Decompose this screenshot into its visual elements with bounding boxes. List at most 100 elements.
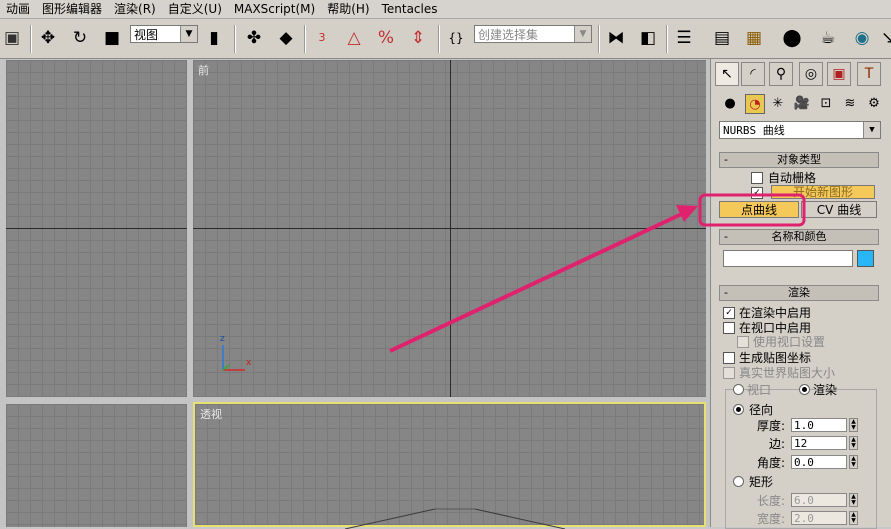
real-world-map-size-checkbox[interactable] (723, 367, 735, 379)
radial-label: 径向 (749, 403, 774, 417)
viewport-perspective[interactable]: 透视 (193, 402, 706, 529)
object-category-value: NURBS 曲线 (723, 124, 785, 137)
systems-icon[interactable]: ⚙ (865, 94, 883, 112)
menu-help[interactable]: 帮助(H) (321, 0, 375, 18)
object-color-swatch[interactable] (857, 250, 874, 267)
cameras-icon[interactable]: 🎥 (793, 94, 811, 112)
generate-mapping-coords-checkbox[interactable] (723, 352, 735, 364)
viewport-label-perspective[interactable]: 透视 (200, 406, 222, 422)
thickness-value: 1.0 (794, 419, 814, 432)
enable-in-renderer-checkbox[interactable]: ✓ (723, 307, 735, 319)
chevron-down-icon: ▼ (180, 26, 197, 42)
width-value: 2.0 (794, 512, 814, 525)
menu-customize[interactable]: 自定义(U) (162, 0, 228, 18)
select-object-icon[interactable]: ▣ (0, 26, 24, 50)
angle-snap-icon[interactable]: △ (342, 26, 366, 50)
cv-curve-button[interactable]: CV 曲线 (801, 201, 877, 218)
reference-coord-dropdown[interactable]: 视图 ▼ (130, 25, 198, 43)
object-category-dropdown[interactable]: NURBS 曲线 ▼ (719, 121, 881, 139)
geometry-icon[interactable]: ● (721, 94, 739, 112)
viewport-option-radio[interactable] (733, 384, 744, 395)
menu-tentacles[interactable]: Tentacles (376, 0, 444, 18)
percent-snap-icon[interactable]: % (374, 26, 398, 50)
layer-manager-icon[interactable]: ☰ (672, 26, 696, 50)
motion-tab-icon[interactable]: ◎ (799, 62, 823, 86)
snap-toggle-icon[interactable]: 3 (310, 26, 334, 50)
use-viewport-settings-label: 使用视口设置 (753, 335, 826, 349)
space-warps-icon[interactable]: ≋ (841, 94, 859, 112)
mirror-icon[interactable]: ⧓ (604, 26, 628, 50)
rollout-rendering-header[interactable]: - 渲染 (719, 285, 879, 301)
menu-rendering[interactable]: 渲染(R) (108, 0, 162, 18)
viewport-area: 前 z x 透视 (0, 59, 710, 529)
lights-icon[interactable]: ✳ (769, 94, 787, 112)
toolbar-separator (666, 25, 668, 53)
renderer-option-label: 渲染 (813, 383, 838, 397)
width-spinner[interactable]: 2.0 (791, 511, 847, 525)
menu-graph-editors[interactable]: 图形编辑器 (36, 0, 108, 18)
radial-radio[interactable] (733, 404, 744, 415)
angle-label: 角度: (757, 456, 786, 470)
object-name-input[interactable] (723, 250, 853, 267)
axis-label-z: z (220, 334, 225, 344)
auto-grid-checkbox[interactable] (751, 172, 763, 184)
render-frame-icon[interactable]: ◉ (850, 26, 874, 50)
keyboard-shortcut-icon[interactable]: ◆ (274, 26, 298, 50)
edit-named-selection-icon[interactable]: {} (444, 26, 468, 50)
spinner-snap-icon[interactable]: ⇕ (406, 26, 430, 50)
rotate-icon[interactable]: ↻ (68, 26, 92, 50)
angle-spinner[interactable]: 0.0 (791, 455, 847, 469)
angle-spinner-arrows[interactable]: ▲ ▼ (849, 455, 858, 469)
menu-animation[interactable]: 动画 (0, 0, 36, 18)
thickness-spinner[interactable]: 1.0 (791, 418, 847, 432)
thickness-spinner-arrows[interactable]: ▲ ▼ (849, 418, 858, 432)
enable-in-viewport-checkbox[interactable] (723, 322, 735, 334)
select-manipulate-icon[interactable]: ✤ (242, 26, 266, 50)
rollout-object-type-header[interactable]: - 对象类型 (719, 152, 879, 168)
helpers-icon[interactable]: ⊡ (817, 94, 835, 112)
collapse-icon: - (724, 230, 728, 243)
track-view-icon[interactable]: ▤ (710, 26, 734, 50)
rollout-object-type-title: 对象类型 (777, 153, 821, 166)
menu-maxscript[interactable]: MAXScript(M) (228, 0, 321, 18)
length-spinner[interactable]: 6.0 (791, 493, 847, 507)
use-viewport-settings-checkbox[interactable] (737, 336, 749, 348)
named-selection-set-dropdown[interactable]: 创建选择集 ▼ (474, 25, 592, 43)
display-tab-icon[interactable]: ▣ (827, 62, 851, 86)
width-label: 宽度: (757, 512, 786, 526)
align-icon[interactable]: ◧ (636, 26, 660, 50)
viewport-left[interactable] (6, 404, 187, 527)
thickness-label: 厚度: (757, 419, 786, 433)
viewport-option-label: 视口 (747, 383, 772, 397)
main-toolbar: ▣ ✥ ↻ ■ 视图 ▼ ▮ ✤ ◆ 3 △ % ⇕ {} 创建选择集 ▼ ⧓ … (0, 19, 891, 59)
viewport-label-front[interactable]: 前 (198, 62, 209, 78)
rollout-name-color-header[interactable]: - 名称和颜色 (719, 229, 879, 245)
menu-bar: 动画 图形编辑器 渲染(R) 自定义(U) MAXScript(M) 帮助(H)… (0, 0, 891, 19)
point-curve-button[interactable]: 点曲线 (719, 201, 799, 218)
move-icon[interactable]: ✥ (36, 26, 60, 50)
hierarchy-tab-icon[interactable]: ⚲ (769, 62, 793, 86)
utilities-tab-hammer-icon[interactable]: T (857, 62, 881, 86)
start-new-shape-button[interactable]: 开始新图形 (771, 185, 875, 199)
viewport-top[interactable] (6, 60, 187, 397)
modify-tab-icon[interactable]: ◜ (741, 62, 765, 86)
viewport-front[interactable]: 前 z x (193, 60, 706, 397)
start-new-shape-checkbox[interactable]: ✓ (751, 187, 763, 199)
scale-icon[interactable]: ■ (100, 26, 124, 50)
create-tab-cursor-icon[interactable]: ↖ (715, 62, 739, 86)
length-spinner-arrows[interactable]: ▲ ▼ (849, 493, 858, 507)
schematic-view-icon[interactable]: ▦ (742, 26, 766, 50)
shapes-icon[interactable]: ◔ (745, 94, 765, 114)
render-setup-icon[interactable]: ☕ (816, 26, 840, 50)
width-spinner-arrows[interactable]: ▲ ▼ (849, 511, 858, 525)
renderer-option-radio[interactable] (799, 384, 810, 395)
sides-spinner-arrows[interactable]: ▲ ▼ (849, 436, 858, 450)
named-selection-placeholder: 创建选择集 (478, 28, 539, 42)
snap-3d-label: 3 (318, 31, 326, 44)
sides-spinner[interactable]: 12 (791, 436, 847, 450)
pivot-center-icon[interactable]: ▮ (202, 26, 226, 50)
quick-render-icon[interactable]: ↘ (876, 26, 891, 50)
material-editor-icon[interactable]: ⬤ (780, 26, 804, 50)
start-new-shape-label: 开始新图形 (792, 185, 853, 199)
rectangular-radio[interactable] (733, 476, 744, 487)
